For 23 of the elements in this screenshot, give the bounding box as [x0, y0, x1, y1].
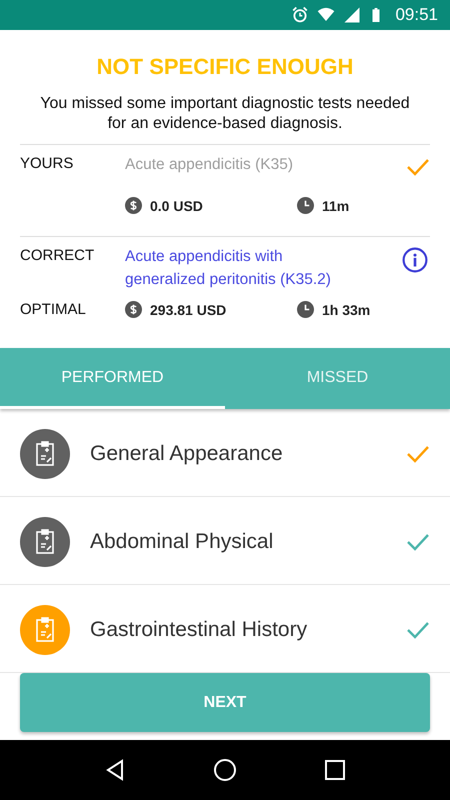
time-value: 11m [322, 198, 350, 214]
clock-time: 09:51 [395, 5, 438, 25]
row-label: YOURS [20, 155, 74, 174]
test-item[interactable]: General Appearance [0, 409, 450, 497]
home-icon[interactable] [213, 758, 237, 782]
diagnosis-text: Acute appendicitis with generalized peritonitis (K35.2) [125, 247, 332, 290]
recents-icon[interactable] [323, 758, 347, 782]
signal-icon [343, 6, 362, 24]
diagnosis-text: Acute appendicitis (K35) [125, 155, 294, 175]
cost-value: 293.81 USD [150, 302, 226, 318]
test-item[interactable]: Abdominal Physical [0, 497, 450, 585]
info-icon[interactable] [402, 247, 428, 273]
clock-icon [297, 197, 314, 214]
row-label: OPTIMAL [20, 301, 87, 318]
result-message: You missed some important diagnostic tests needed for an evidence-based diagnosis. [39, 94, 411, 134]
row-label: CORRECT [20, 247, 96, 266]
clock-icon [297, 301, 314, 318]
alarm-icon [291, 6, 310, 24]
time-value: 1h 33m [322, 302, 370, 318]
dollar-icon [125, 197, 142, 214]
dollar-icon [125, 301, 142, 318]
cost-value: 0.0 USD [150, 198, 203, 214]
result-title: NOT SPECIFIC ENOUGH [96, 54, 354, 80]
